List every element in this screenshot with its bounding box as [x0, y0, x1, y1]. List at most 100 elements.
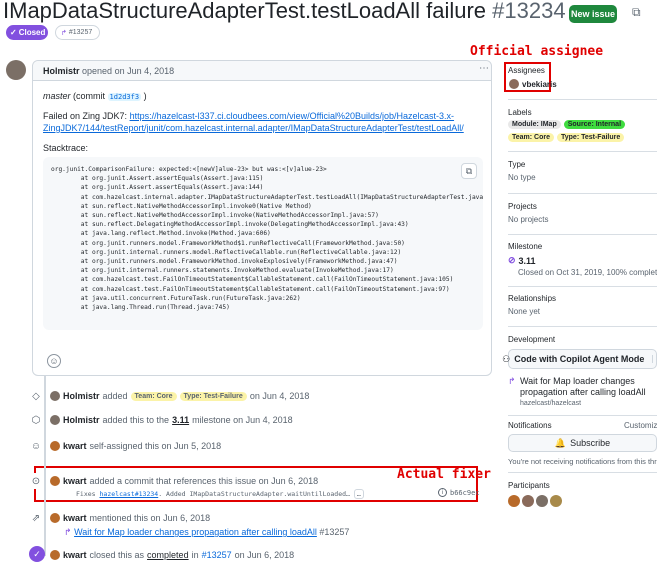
relationships-heading[interactable]: Relationships	[508, 294, 556, 303]
kwart-mini-avatar[interactable]	[50, 441, 60, 451]
milestone-icon: ⬡	[28, 412, 44, 428]
failed-url-link-2[interactable]: ZingJDK7/144/testReport/junit/com.hazelc…	[43, 123, 464, 133]
assignees-heading[interactable]: Assignees	[508, 66, 545, 75]
status-label: Closed	[18, 28, 46, 37]
commit-issue-link[interactable]: hazelcast#13234	[100, 490, 159, 498]
label-team-core[interactable]: Team: Core	[508, 133, 554, 142]
kebab-menu-icon[interactable]: ⋯	[479, 63, 489, 74]
assignee-name[interactable]: vbekiaris	[522, 80, 557, 89]
status-badge: ✓ Closed	[6, 25, 48, 40]
notification-info: You're not receiving notifications from …	[508, 457, 657, 466]
commit-sha-link[interactable]: b66c9ec	[450, 489, 480, 497]
holmistr-mini-avatar[interactable]	[50, 415, 60, 425]
holmistr-mini-avatar[interactable]	[50, 391, 60, 401]
milestone-row[interactable]: ⊘ 3.11	[508, 255, 536, 266]
commit-expand-button[interactable]: …	[353, 489, 364, 499]
commit-close-paren: )	[143, 91, 147, 101]
comment-author[interactable]: Holmistr	[43, 66, 80, 76]
closed-check-icon: ✓	[29, 546, 45, 562]
add-reaction-icon[interactable]: ☺	[47, 354, 61, 368]
info-icon[interactable]: i	[438, 488, 447, 497]
stacktrace-code-block: org.junit.ComparisonFailure: expected:<[…	[43, 157, 483, 330]
stacktrace-line: at com.hazelcast.internal.adapter.IMapDa…	[51, 193, 483, 201]
customize-link[interactable]: Customize	[624, 421, 657, 430]
milestone-heading[interactable]: Milestone	[508, 242, 542, 251]
label-type-test-failure[interactable]: Type: Test-Failure	[179, 391, 247, 401]
cross-reference-icon: ⇗	[28, 510, 44, 526]
milestone-link[interactable]: 3.11	[172, 415, 189, 425]
participant-avatar[interactable]	[550, 495, 562, 507]
event-text: mentioned this on Jun 6, 2018	[89, 513, 211, 523]
timeline-line	[44, 376, 46, 556]
event-author[interactable]: kwart	[63, 513, 87, 523]
event-date: on Jun 4, 2018	[249, 391, 310, 401]
event-author[interactable]: Holmistr	[63, 391, 100, 401]
kwart-mini-avatar[interactable]	[50, 476, 60, 486]
copilot-agent-button[interactable]: ⚇ Code with Copilot Agent Mode ▾	[502, 349, 657, 369]
linked-pr-pill[interactable]: ↱ #13257	[55, 25, 100, 40]
event-author[interactable]: kwart	[63, 441, 87, 451]
label-type-test-failure[interactable]: Type: Test-Failure	[557, 133, 625, 142]
event-suffix: milestone on Jun 4, 2018	[192, 415, 293, 425]
close-pr-link[interactable]: #13257	[202, 550, 232, 560]
chevron-down-icon[interactable]: ▾	[652, 355, 657, 363]
milestone-status: Closed on Oct 31, 2019, 100% complete	[518, 268, 657, 277]
mention-pr-row: ↱ Wait for Map loader changes propagatio…	[64, 527, 349, 538]
event-author[interactable]: kwart	[63, 550, 87, 560]
dev-pr-title-2[interactable]: propagation after calling loadAll	[520, 387, 657, 398]
kwart-mini-avatar[interactable]	[50, 550, 60, 560]
development-pr[interactable]: ↱ Wait for Map loader changes propagatio…	[508, 376, 657, 409]
new-issue-button[interactable]: New issue	[569, 5, 617, 23]
label-source-internal[interactable]: Source: Internal	[563, 120, 626, 129]
label-team-core[interactable]: Team: Core	[130, 391, 177, 401]
kwart-mini-avatar[interactable]	[50, 513, 60, 523]
commit-msg-rest[interactable]: . Added IMapDataStructureAdapter.waitUnt…	[158, 490, 350, 498]
subscribe-button[interactable]: 🔔 Subscribe	[508, 434, 657, 452]
event-author[interactable]: kwart	[63, 476, 87, 486]
stacktrace-line: at org.junit.internal.runners.model.Refl…	[51, 248, 402, 256]
participants-heading: Participants	[508, 481, 550, 490]
participant-avatar[interactable]	[522, 495, 534, 507]
commit-msg-prefix: Fixes	[76, 490, 96, 498]
event-text: self-assigned this on Jun 5, 2018	[89, 441, 222, 451]
subscribe-label: Subscribe	[570, 438, 611, 448]
event-author[interactable]: Holmistr	[63, 415, 100, 425]
stacktrace-line: at org.junit.runners.model.FrameworkMeth…	[51, 258, 398, 266]
pull-request-merged-icon: ↱	[508, 376, 516, 386]
commit-hash-link[interactable]: 1d2d3f3	[107, 93, 142, 101]
assignee-avatar	[509, 79, 519, 89]
development-heading[interactable]: Development	[508, 335, 555, 344]
pull-request-icon: ↱	[61, 29, 67, 37]
failed-line: Failed on Zing JDK7: https://hazelcast-l…	[43, 111, 454, 121]
tag-icon: ◇	[28, 388, 44, 404]
stacktrace-line: at java.lang.reflect.Method.invoke(Metho…	[51, 230, 271, 238]
projects-heading[interactable]: Projects	[508, 202, 537, 211]
milestone-name[interactable]: 3.11	[519, 256, 536, 266]
event-suffix: on Jun 6, 2018	[234, 550, 295, 560]
labels-heading[interactable]: Labels	[508, 108, 532, 117]
completed-link[interactable]: completed	[147, 550, 189, 560]
participant-avatar[interactable]	[508, 495, 520, 507]
type-value: No type	[508, 173, 536, 182]
dev-pr-title-1[interactable]: Wait for Map loader changes	[520, 376, 657, 387]
mention-pr-title[interactable]: Wait for Map loader changes propagation …	[74, 527, 317, 537]
issue-body-comment: Holmistr opened on Jun 4, 2018 ⋯ master …	[32, 60, 492, 376]
author-avatar[interactable]	[6, 60, 26, 80]
timeline-commit-event: kwart added a commit that references thi…	[50, 476, 318, 486]
event-text: added a commit that references this issu…	[89, 476, 319, 486]
copy-code-icon[interactable]: ⧉	[461, 163, 477, 179]
assignee-row[interactable]: vbekiaris	[509, 79, 557, 89]
event-verb: added	[102, 391, 128, 401]
timeline-milestone-event: Holmistr added this to the 3.11 mileston…	[50, 415, 293, 425]
linked-pr-number: #13257	[68, 29, 93, 36]
failed-prefix: Failed on Zing JDK7:	[43, 111, 128, 121]
copy-link-icon[interactable]: ⧉	[632, 5, 641, 20]
copilot-button-label: Code with Copilot Agent Mode	[514, 354, 645, 364]
label-module-imap[interactable]: Module: IMap	[508, 120, 561, 129]
sidebar-divider	[508, 193, 657, 194]
comment-header: Holmistr opened on Jun 4, 2018 ⋯	[33, 61, 491, 81]
participant-avatar[interactable]	[536, 495, 548, 507]
type-heading[interactable]: Type	[508, 160, 525, 169]
mention-pr-number[interactable]: #13257	[319, 527, 349, 537]
failed-url-link-1[interactable]: https://hazelcast-l337.ci.cloudbees.com/…	[130, 111, 454, 121]
